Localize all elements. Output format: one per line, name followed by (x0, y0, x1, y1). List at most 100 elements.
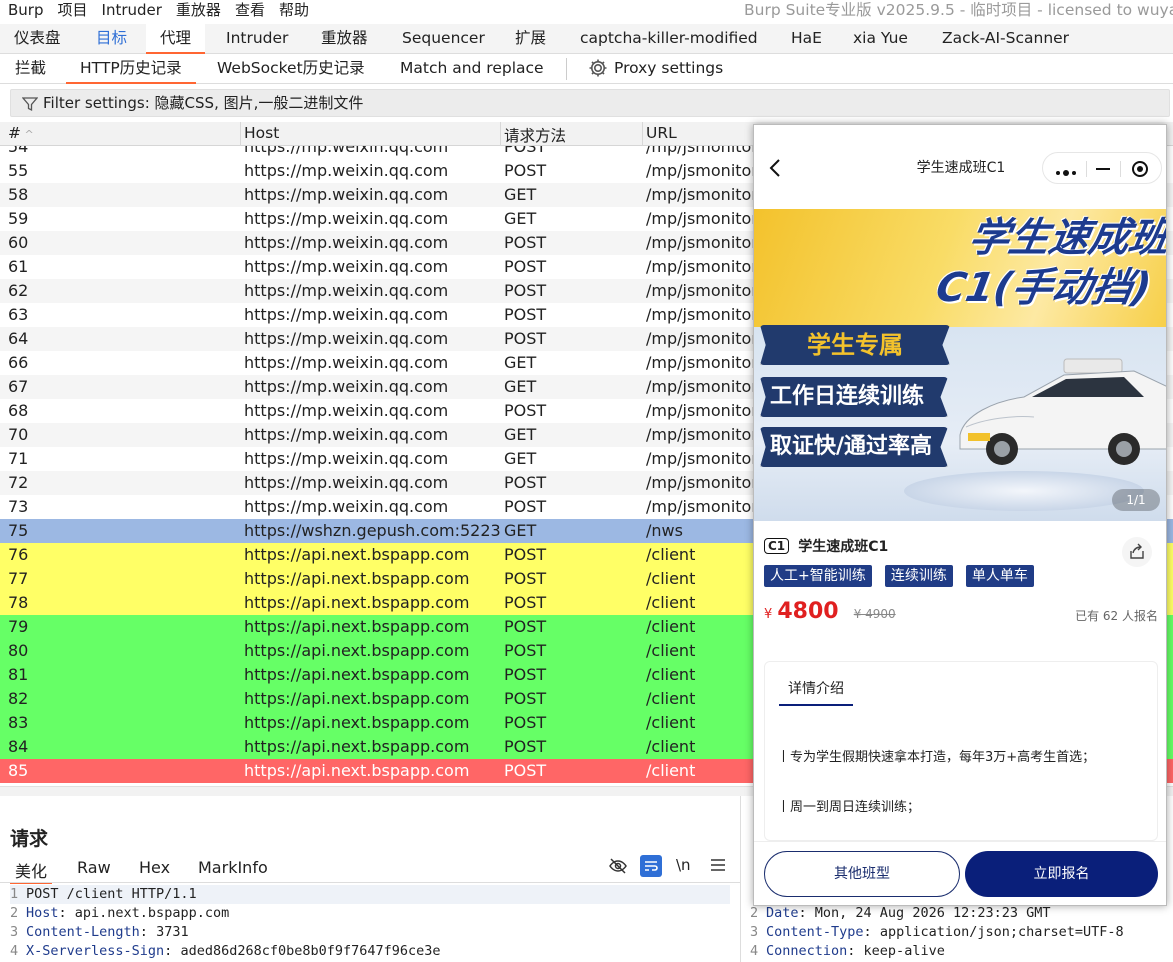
other-classes-button[interactable]: 其他班型 (764, 851, 960, 897)
header-colon: : (798, 905, 807, 921)
menu-repeater[interactable]: 重放器 (176, 0, 221, 20)
tab-match-replace[interactable]: Match and replace (400, 54, 544, 82)
cell-host: https://api.next.bspapp.com (244, 593, 470, 612)
cell-host: https://mp.weixin.qq.com (244, 233, 449, 252)
header-key: Content-Type (766, 924, 864, 940)
tab-sequencer[interactable]: Sequencer (402, 24, 485, 52)
code-line: 1 POST /client HTTP/1.1 (10, 885, 730, 904)
share-icon[interactable] (1122, 537, 1152, 567)
tab-extensions[interactable]: 扩展 (515, 24, 546, 52)
menu-view[interactable]: 查看 (235, 0, 265, 20)
eye-off-icon[interactable] (608, 856, 628, 880)
cell-number: 78 (8, 593, 29, 612)
gear-icon[interactable] (588, 58, 608, 87)
filter-text: Filter settings: 隐藏CSS, 图片,一般二进制文件 (43, 94, 364, 112)
tab-proxy[interactable]: 代理 (146, 24, 206, 54)
cell-url: /mp/jsmonitor (646, 449, 758, 468)
cell-number: 60 (8, 233, 29, 252)
cell-number: 81 (8, 665, 29, 684)
cell-host: https://api.next.bspapp.com (244, 737, 470, 756)
cell-method: POST (504, 497, 547, 516)
tab-repeater[interactable]: 重放器 (321, 24, 368, 52)
menu-help[interactable]: 帮助 (279, 0, 309, 20)
cell-method: POST (504, 641, 547, 660)
newline-icon[interactable]: \n (676, 856, 691, 874)
col-header-number[interactable]: # ^ (8, 124, 34, 142)
signup-button[interactable]: 立即报名 (965, 851, 1158, 897)
tab-raw[interactable]: Raw (77, 858, 111, 877)
tab-pretty[interactable]: 美化 (10, 858, 53, 884)
tag-continuous: 连续训练 (884, 565, 953, 587)
col-header-url[interactable]: URL (646, 124, 677, 142)
cell-url: /mp/jsmonitor (646, 377, 758, 396)
tab-intercept[interactable]: 拦截 (15, 54, 46, 82)
col-header-method[interactable]: 请求方法 (504, 124, 566, 146)
tab-hae[interactable]: HaE (791, 24, 822, 52)
tab-detail[interactable]: 详情介绍 (779, 678, 853, 706)
cell-number: 67 (8, 377, 29, 396)
cell-number: 63 (8, 305, 29, 324)
cell-url: /client (646, 593, 696, 612)
cell-method: GET (504, 185, 537, 204)
original-price: ¥ 4900 (853, 607, 896, 621)
tab-captcha-killer[interactable]: captcha-killer-modified (580, 24, 758, 52)
cell-method: GET (504, 209, 537, 228)
response-editor[interactable]: 2 Date: Mon, 24 Aug 2026 12:23:23 GMT 3 Con… (750, 904, 1170, 961)
tab-websocket-history[interactable]: WebSocket历史记录 (217, 54, 365, 82)
minimize-icon[interactable] (1096, 168, 1110, 170)
cell-number: 54 (8, 146, 29, 156)
close-mp-icon[interactable] (1131, 160, 1149, 182)
cell-url: /mp/jsmonitor (646, 425, 758, 444)
miniprogram-window: 学生速成班C1 学生速成班 C1(手动挡) 学生专属 工作日连续训练 取证快/通… (753, 124, 1167, 906)
tab-markinfo[interactable]: MarkInfo (198, 858, 268, 877)
header-key: Connection (766, 943, 848, 959)
col-header-host[interactable]: Host (244, 124, 279, 142)
cell-number: 82 (8, 689, 29, 708)
tab-dashboard[interactable]: 仪表盘 (14, 24, 61, 52)
filter-settings[interactable]: Filter settings: 隐藏CSS, 图片,一般二进制文件 (10, 89, 1170, 117)
cell-url: /client (646, 569, 696, 588)
cell-url: /mp/jsmonitor (646, 497, 758, 516)
menu-icon[interactable] (710, 856, 726, 878)
banner-pager: 1/1 (1112, 489, 1160, 511)
cell-number: 58 (8, 185, 29, 204)
menu-burp[interactable]: Burp (8, 0, 44, 20)
menu-bar: Burp 项目 Intruder 重放器 查看 帮助 (8, 0, 323, 20)
car-illustration (954, 357, 1166, 467)
cell-method: POST (504, 617, 547, 636)
wrap-lines-icon[interactable] (640, 855, 662, 881)
tab-zack-ai-scanner[interactable]: Zack-AI-Scanner (942, 24, 1069, 52)
cell-method: POST (504, 761, 547, 780)
request-editor[interactable]: 1 POST /client HTTP/1.1 2 Host: api.next.bs… (10, 885, 730, 961)
cell-url: /mp/jsmonitor (646, 401, 758, 420)
cell-number: 80 (8, 641, 29, 660)
tab-http-history[interactable]: HTTP历史记录 (66, 54, 196, 84)
code-line: 2 Date: Mon, 24 Aug 2026 12:23:23 GMT (750, 904, 1170, 923)
cell-host: https://mp.weixin.qq.com (244, 281, 449, 300)
enrolled-count: 已有 62 人报名 (1075, 609, 1158, 623)
cell-method: POST (504, 593, 547, 612)
menu-intruder[interactable]: Intruder (102, 0, 162, 20)
mp-navbar: 学生速成班C1 (754, 125, 1166, 209)
tab-xia-yue[interactable]: xia Yue (853, 24, 908, 52)
cell-url: /mp/jsmonitor (646, 233, 758, 252)
tab-proxy-settings[interactable]: Proxy settings (614, 54, 723, 82)
menu-project[interactable]: 项目 (58, 0, 88, 20)
request-title: 请求 (10, 828, 49, 850)
window-title: Burp Suite专业版 v2025.9.5 - 临时项目 - license… (744, 1, 1173, 19)
capsule-menu (1042, 152, 1162, 184)
tab-hex[interactable]: Hex (139, 858, 170, 877)
cell-method: GET (504, 353, 537, 372)
header-value: Mon, 24 Aug 2026 12:23:23 GMT (806, 905, 1051, 921)
line-number: 4 (750, 943, 759, 959)
code-line: 3 Content-Type: application/json;charset=… (750, 923, 1170, 942)
cell-host: https://mp.weixin.qq.com (244, 353, 449, 372)
tab-intruder[interactable]: Intruder (226, 24, 288, 52)
cell-host: https://mp.weixin.qq.com (244, 161, 449, 180)
more-icon[interactable] (1055, 163, 1079, 182)
title-bar: Burp 项目 Intruder 重放器 查看 帮助 Burp Suite专业版… (0, 0, 1173, 22)
header-value: application/json;charset=UTF-8 (871, 924, 1124, 940)
line-number: 2 (750, 905, 759, 921)
tab-target[interactable]: 目标 (96, 24, 127, 52)
header-value: aded86d268cf0be8b0f9f7647f96ce3e (172, 943, 441, 959)
